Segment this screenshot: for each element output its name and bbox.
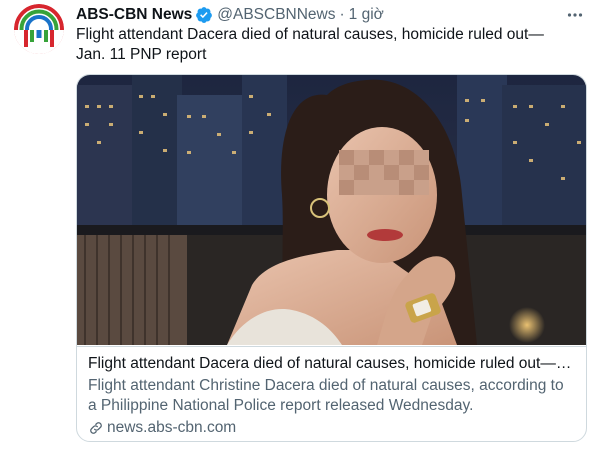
card-domain[interactable]: news.abs-cbn.com xyxy=(107,418,236,438)
more-options-icon[interactable] xyxy=(564,4,586,26)
card-body[interactable]: Flight attendant Dacera died of natural … xyxy=(77,346,586,441)
tweet-timestamp[interactable]: 1 giờ xyxy=(349,6,384,24)
account-name[interactable]: ABS-CBN News xyxy=(76,6,192,24)
verified-badge-icon xyxy=(195,6,213,24)
card-description: Flight attendant Christine Dacera died o… xyxy=(88,377,564,414)
tweet-header: ABS-CBN News @ABSCBNNews · 1 giờ xyxy=(76,4,586,26)
account-handle[interactable]: @ABSCBNNews xyxy=(217,6,335,24)
tweet: ABS-CBN News @ABSCBNNews · 1 giờ Flight … xyxy=(0,0,600,449)
link-preview-card[interactable]: Flight attendant Dacera died of natural … xyxy=(76,74,587,442)
card-image[interactable] xyxy=(77,75,586,345)
tweet-text: Flight attendant Dacera died of natural … xyxy=(76,26,544,63)
separator-dot: · xyxy=(339,6,345,23)
link-icon xyxy=(90,422,102,434)
card-title[interactable]: Flight attendant Dacera died of natural … xyxy=(88,354,575,374)
abs-cbn-logo-avatar[interactable] xyxy=(14,4,64,54)
card-domain-row[interactable]: news.abs-cbn.com xyxy=(88,418,575,438)
